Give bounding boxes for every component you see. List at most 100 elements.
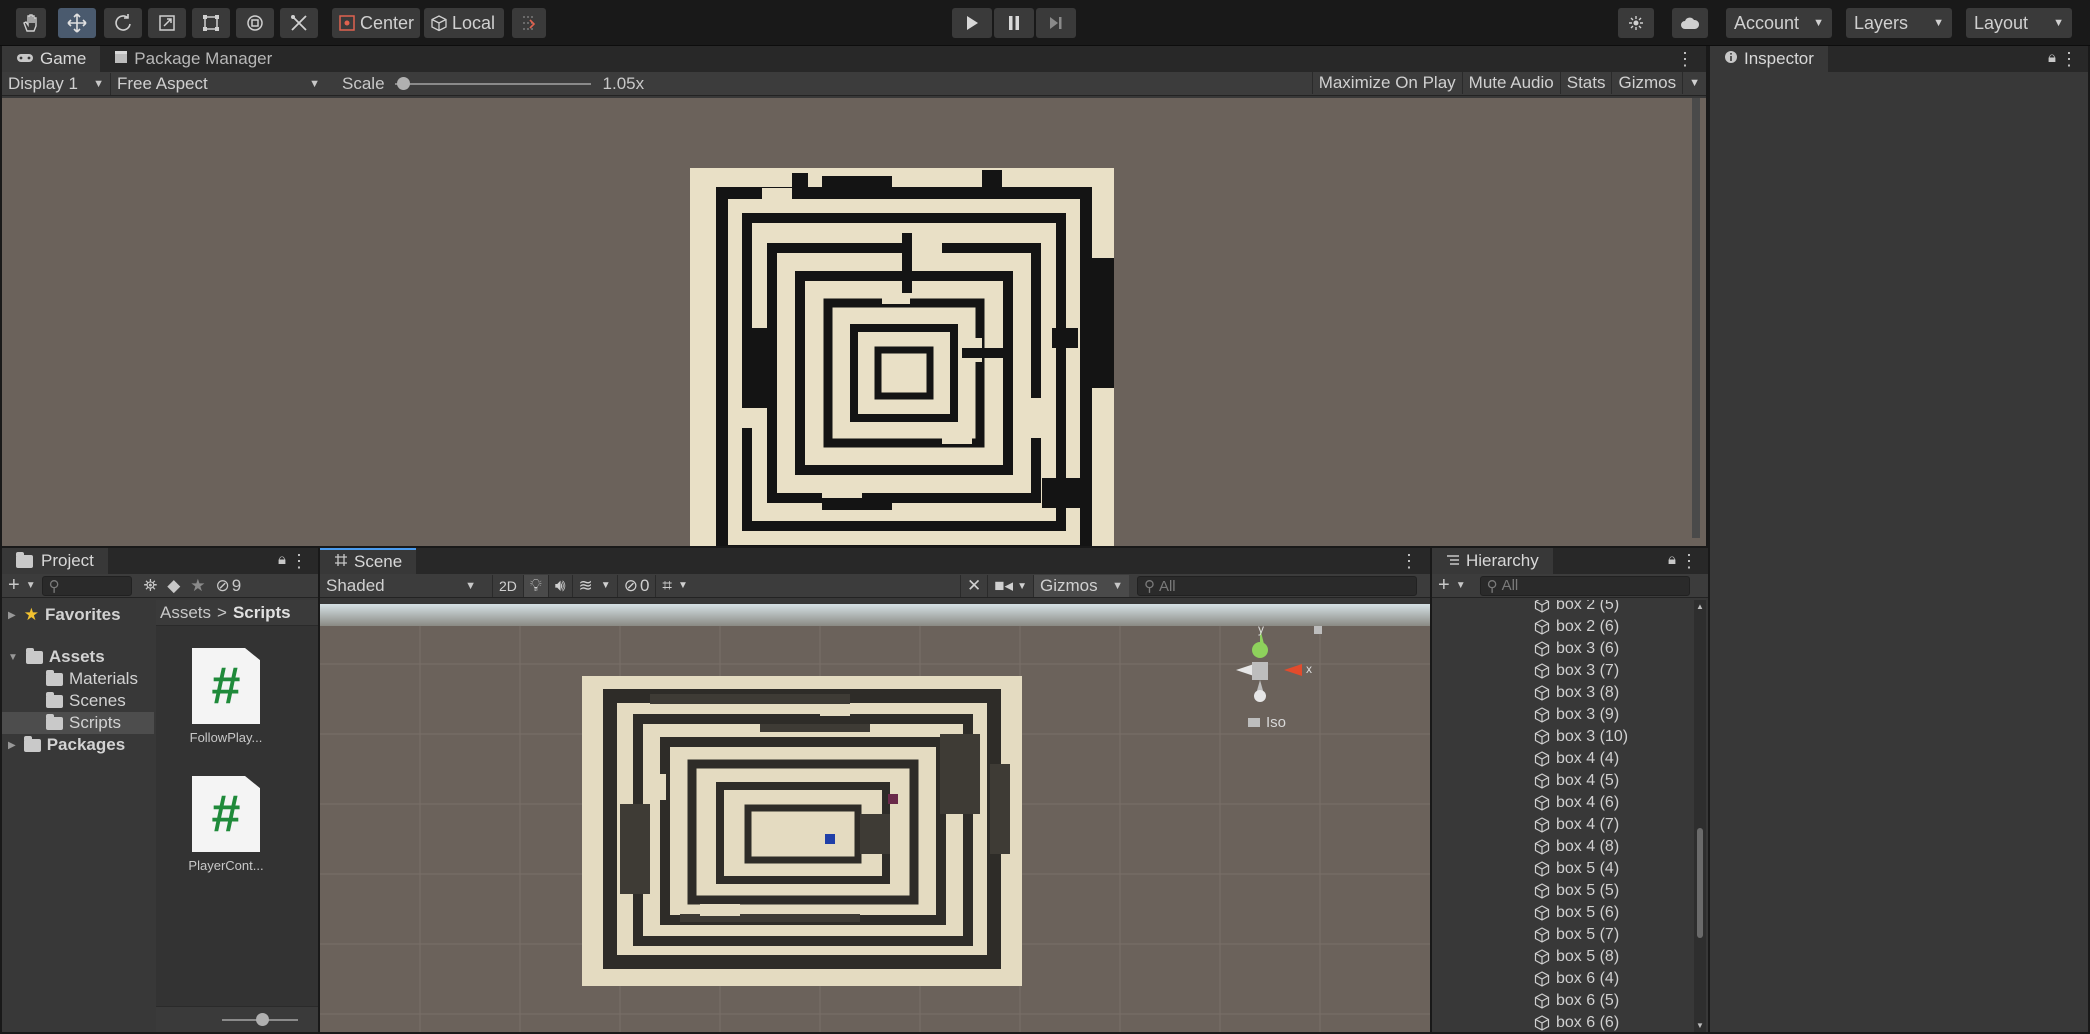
tree-item-packages[interactable]: ▶ Packages xyxy=(2,734,154,756)
hierarchy-item[interactable]: box 3 (10) xyxy=(1432,726,1694,748)
scale-slider[interactable] xyxy=(394,73,591,95)
hierarchy-scrollbar[interactable]: ▲ ▼ xyxy=(1694,600,1706,1032)
scene-gizmos-dropdown[interactable]: Gizmos ▼ xyxy=(1032,575,1129,597)
layout-dropdown[interactable]: Layout ▼ xyxy=(1966,8,2072,38)
pivot-center-toggle[interactable]: Center xyxy=(332,8,420,38)
tree-item-materials[interactable]: Materials xyxy=(2,668,154,690)
asset-playercontroller[interactable]: # PlayerCont... xyxy=(186,776,266,873)
camera-grid-dropdown[interactable]: ⌗ ▼ xyxy=(655,574,693,597)
favorite-star-icon[interactable]: ★ xyxy=(190,576,205,596)
hierarchy-item[interactable]: box 6 (5) xyxy=(1432,990,1694,1012)
rect-tool-button[interactable] xyxy=(192,8,230,38)
hierarchy-item[interactable]: box 4 (7) xyxy=(1432,814,1694,836)
game-scrollbar[interactable] xyxy=(1692,98,1700,538)
game-viewport[interactable] xyxy=(2,98,1706,586)
lock-icon[interactable]: 🔒︎ xyxy=(2048,49,2056,66)
project-search-input[interactable]: ⚲ xyxy=(41,575,132,596)
icon-size-handle[interactable] xyxy=(256,1013,269,1026)
hidden-packages-toggle[interactable]: ⊘ 9 xyxy=(216,576,242,596)
scale-tool-button[interactable] xyxy=(148,8,186,38)
pivot-local-toggle[interactable]: Local xyxy=(424,8,504,38)
tab-game[interactable]: Game xyxy=(2,46,101,72)
hierarchy-item[interactable]: box 5 (8) xyxy=(1432,946,1694,968)
rotate-tool-button[interactable] xyxy=(104,8,142,38)
maximize-on-play-toggle[interactable]: Maximize On Play xyxy=(1311,72,1462,94)
tab-hierarchy[interactable]: Hierarchy xyxy=(1432,548,1553,574)
aspect-dropdown[interactable]: Free Aspect ▼ xyxy=(110,72,326,95)
hierarchy-item[interactable]: box 3 (7) xyxy=(1432,660,1694,682)
effects-dropdown[interactable]: ≋ ▼ xyxy=(571,574,617,597)
hierarchy-item[interactable]: box 4 (5) xyxy=(1432,770,1694,792)
scroll-down-icon[interactable]: ▼ xyxy=(1696,1021,1704,1030)
scene-search-input[interactable]: ⚲ All xyxy=(1136,576,1417,596)
iso-toggle[interactable]: Iso xyxy=(1248,714,1286,731)
custom-tool-button[interactable] xyxy=(280,8,318,38)
hierarchy-item[interactable]: box 3 (8) xyxy=(1432,682,1694,704)
tools-toggle[interactable]: ✕ xyxy=(960,575,987,597)
more-options-icon[interactable]: ⋮ xyxy=(2060,49,2078,70)
layers-dropdown[interactable]: Layers ▼ xyxy=(1846,8,1952,38)
hand-tool-button[interactable] xyxy=(16,8,46,38)
tree-item-scenes[interactable]: Scenes xyxy=(2,690,154,712)
hierarchy-item[interactable]: box 3 (6) xyxy=(1432,638,1694,660)
lock-icon[interactable]: 🔒︎ xyxy=(278,551,286,568)
more-options-icon[interactable]: ⋮ xyxy=(1680,551,1698,572)
display-dropdown[interactable]: Display 1 ▼ xyxy=(2,73,110,95)
account-dropdown[interactable]: Account ▼ xyxy=(1726,8,1832,38)
hierarchy-item[interactable]: box 4 (4) xyxy=(1432,748,1694,770)
cloud-button[interactable] xyxy=(1672,8,1708,38)
tree-item-favorites[interactable]: ▶ ★ Favorites xyxy=(2,604,154,626)
hierarchy-item[interactable]: box 2 (6) xyxy=(1432,616,1694,638)
breadcrumb-scripts[interactable]: Scripts xyxy=(233,603,291,623)
more-options-icon[interactable]: ⋮ xyxy=(1400,551,1418,572)
filter-type-icon[interactable]: ⛯ xyxy=(144,576,158,596)
mute-audio-toggle[interactable]: Mute Audio xyxy=(1461,72,1560,94)
collab-button[interactable] xyxy=(1618,8,1654,38)
hierarchy-item[interactable]: box 4 (8) xyxy=(1432,836,1694,858)
chevron-down-icon[interactable]: ▼ xyxy=(26,580,36,591)
toggle-2d-button[interactable]: 2D xyxy=(492,574,523,597)
scale-slider-handle[interactable] xyxy=(396,76,410,90)
gizmos-toggle[interactable]: Gizmos xyxy=(1611,72,1682,94)
tab-inspector[interactable]: Inspector xyxy=(1710,46,1828,72)
tab-scene[interactable]: Scene xyxy=(320,548,417,574)
lighting-toggle[interactable]: 💡︎ xyxy=(522,574,548,597)
asset-followplayer[interactable]: # FollowPlay... xyxy=(186,648,266,745)
grid-snap-button[interactable] xyxy=(512,8,546,38)
chevron-down-icon[interactable]: ▼ xyxy=(1682,72,1706,94)
scene-viewport[interactable]: y x Iso xyxy=(320,604,1430,1032)
scene-visibility-toggle[interactable]: ⊘ 0 xyxy=(616,574,656,597)
audio-toggle[interactable]: 🔊︎ xyxy=(547,574,572,597)
camera-dropdown[interactable]: ■◂ ▼ xyxy=(987,575,1033,597)
hierarchy-item[interactable]: box 6 (6) xyxy=(1432,1012,1694,1032)
play-button[interactable] xyxy=(952,8,992,38)
add-icon[interactable]: + xyxy=(1438,574,1450,597)
hierarchy-search-input[interactable]: ⚲ All xyxy=(1479,575,1690,596)
hierarchy-item[interactable]: box 3 (9) xyxy=(1432,704,1694,726)
step-button[interactable] xyxy=(1036,8,1076,38)
hierarchy-item[interactable]: box 6 (4) xyxy=(1432,968,1694,990)
lock-icon[interactable]: 🔒︎ xyxy=(1668,551,1676,568)
tree-item-assets[interactable]: ▼ Assets xyxy=(2,646,154,668)
tab-package-manager[interactable]: Package Manager xyxy=(100,46,286,72)
breadcrumb-assets[interactable]: Assets xyxy=(160,603,211,623)
pause-button[interactable] xyxy=(994,8,1034,38)
hierarchy-item[interactable]: box 2 (5) xyxy=(1432,600,1694,616)
hierarchy-item[interactable]: box 4 (6) xyxy=(1432,792,1694,814)
scroll-up-icon[interactable]: ▲ xyxy=(1696,602,1704,611)
add-icon[interactable]: + xyxy=(8,574,20,597)
move-tool-button[interactable] xyxy=(58,8,96,38)
transform-tool-button[interactable] xyxy=(236,8,274,38)
orientation-gizmo[interactable]: y x Iso xyxy=(1228,622,1328,732)
chevron-down-icon[interactable]: ▼ xyxy=(1456,580,1466,591)
hierarchy-item[interactable]: box 5 (5) xyxy=(1432,880,1694,902)
more-options-icon[interactable]: ⋮ xyxy=(290,551,308,572)
shading-mode-dropdown[interactable]: Shaded ▼ xyxy=(320,575,482,597)
hierarchy-scroll-thumb[interactable] xyxy=(1697,828,1703,938)
hierarchy-item[interactable]: box 5 (6) xyxy=(1432,902,1694,924)
more-options-icon[interactable]: ⋮ xyxy=(1676,49,1694,70)
tree-item-scripts[interactable]: Scripts xyxy=(2,712,154,734)
tab-project[interactable]: Project xyxy=(2,548,108,574)
filter-label-icon[interactable]: ◆ xyxy=(167,576,180,596)
hierarchy-item[interactable]: box 5 (7) xyxy=(1432,924,1694,946)
